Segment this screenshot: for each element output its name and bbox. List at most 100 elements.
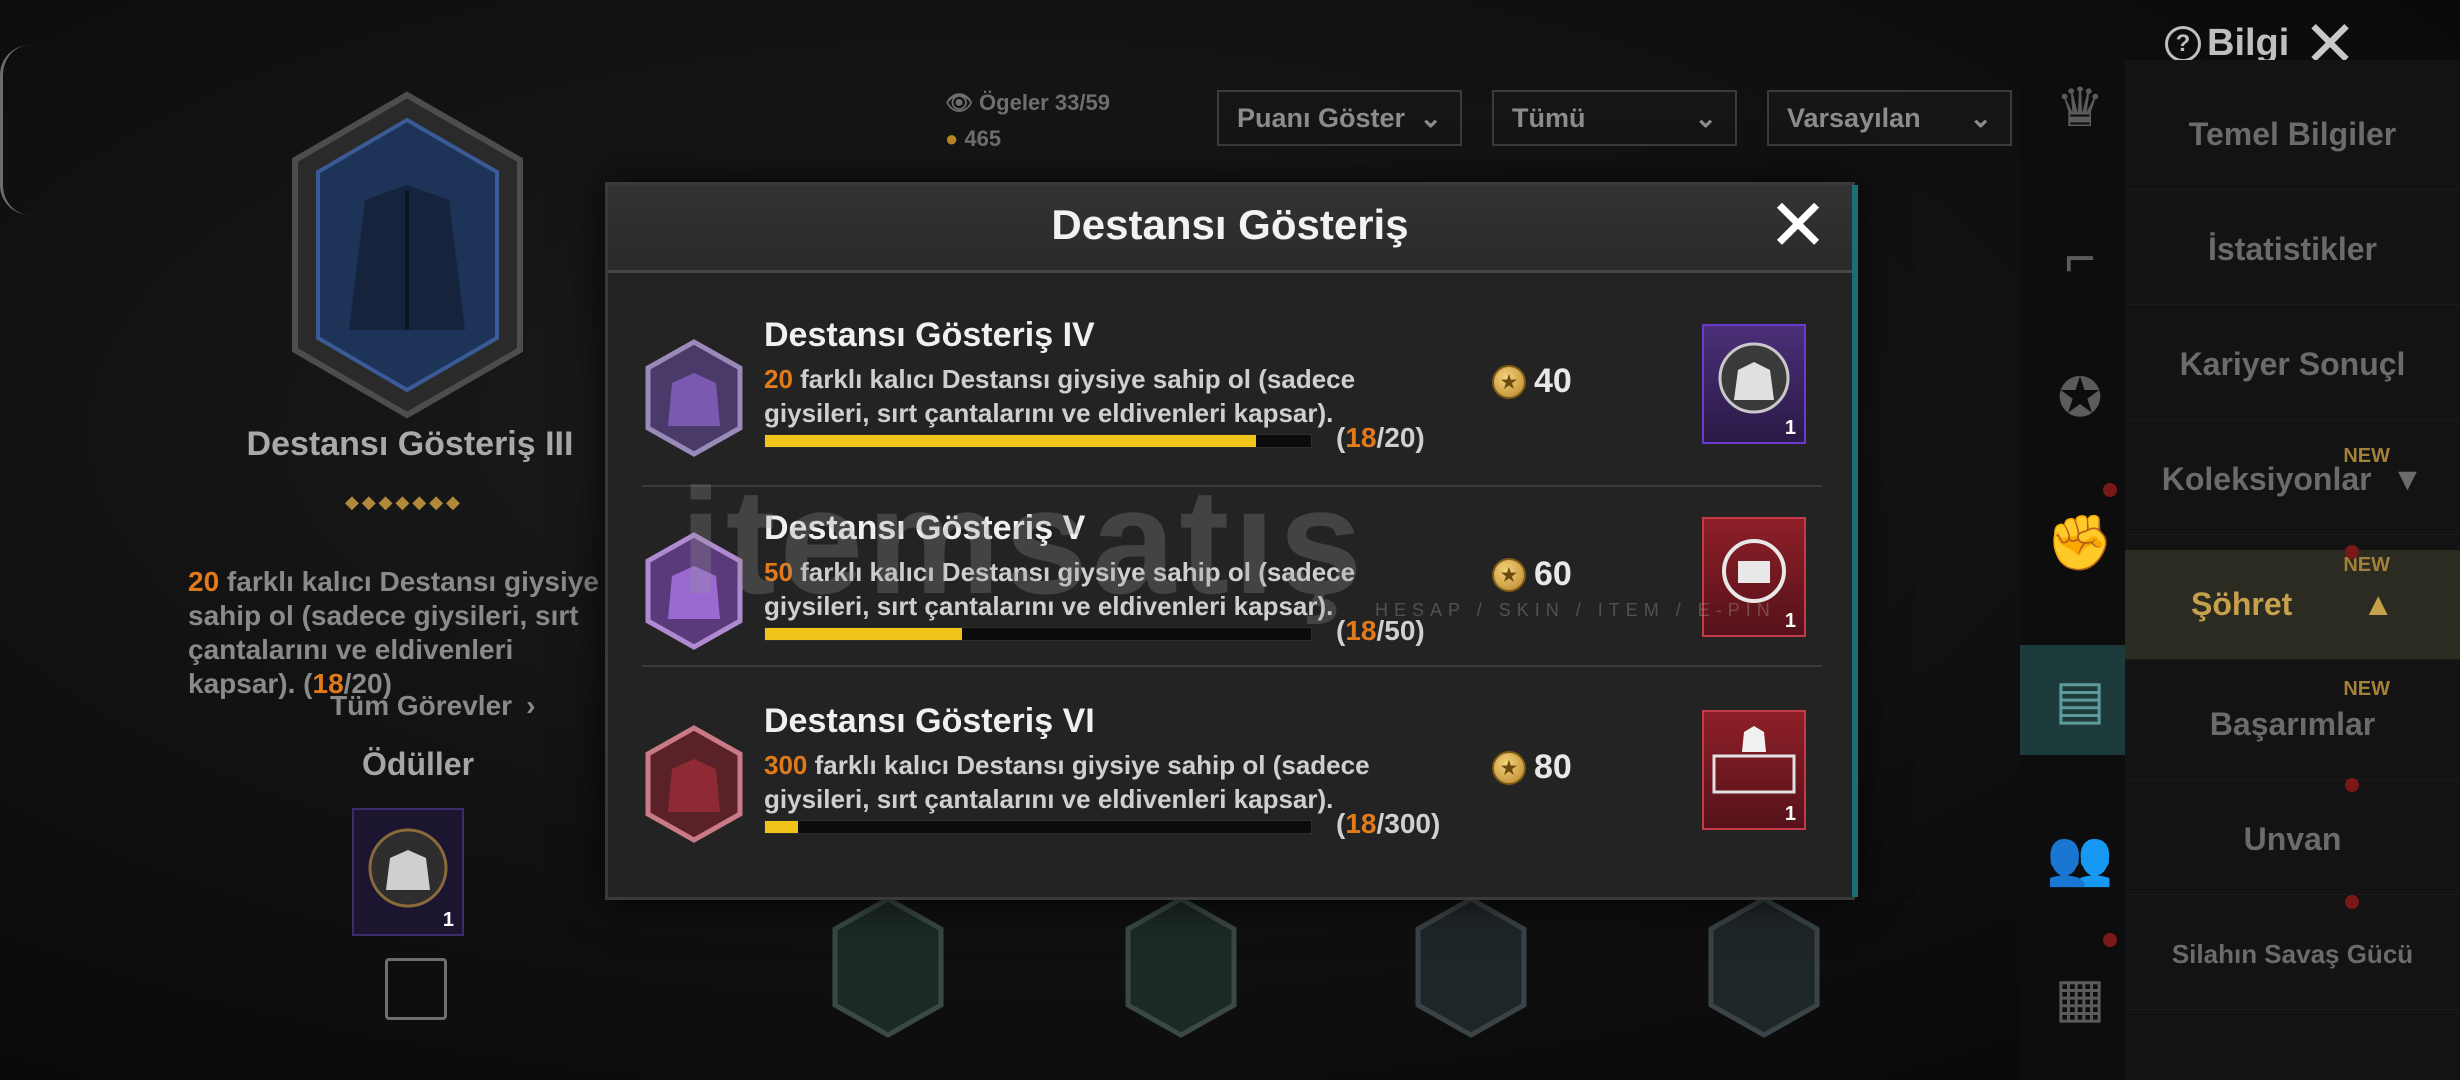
chevron-down-icon: ▼ [2391, 461, 2424, 497]
modal-header: Destansı Gösteriş ✕ [608, 185, 1852, 273]
menu-item-statistics[interactable]: İstatistikler [2125, 195, 2460, 305]
items-label: Ögeler [979, 90, 1049, 115]
paren: ( [1336, 422, 1346, 453]
progress-count: (18/300) [1336, 808, 1440, 840]
sort-dropdown[interactable]: Varsayılan ⌄ [1767, 90, 2012, 146]
menu-item-collections[interactable]: NEW Koleksiyonlar ▼ [2125, 425, 2460, 535]
target-count: 20 [764, 364, 793, 394]
progress-current: 18 [1345, 808, 1377, 839]
points-value: 80 [1534, 748, 1572, 786]
info-button[interactable]: ? Bilgi [2165, 22, 2289, 65]
chevron-up-icon: ▲ [2362, 586, 2394, 622]
info-icon: ? [2165, 25, 2201, 62]
all-tasks-link[interactable]: Tüm Görevler › [330, 690, 535, 722]
left-badge-title: Destansı Gösteriş III [246, 425, 574, 463]
reward-item[interactable]: 1 [1702, 324, 1806, 444]
star-coin-icon: ★ [1492, 364, 1526, 399]
progress-fill [765, 821, 798, 833]
chevron-down-icon: ⌄ [1419, 102, 1442, 133]
paren: ( [1336, 808, 1346, 839]
star-coin-icon: ★ [1492, 750, 1526, 785]
menu-item-title[interactable]: Unvan [2125, 785, 2460, 895]
menu-label: İstatistikler [2208, 231, 2377, 267]
warrior-badge-icon [1415, 896, 1527, 1038]
notification-dot [2103, 483, 2117, 497]
rewards-heading: Ödüller [362, 746, 475, 782]
category-dropdown[interactable]: Tümü ⌄ [1492, 90, 1737, 146]
collection-icon[interactable]: ▤ [2020, 645, 2140, 755]
menu-item-weapon-power[interactable]: Silahın Savaş Gücü [2125, 900, 2460, 1010]
menu-label: Şöhret [2190, 586, 2293, 622]
red-badge-icon [645, 725, 743, 843]
progress-bar [764, 820, 1312, 834]
achievement-description: 300 farklı kalıcı Destansı giysiye sahip… [764, 748, 1464, 816]
eagle-badge-icon [1708, 896, 1820, 1038]
close-icon[interactable]: ✕ [1763, 190, 1833, 263]
profile-menu: Temel Bilgiler İstatistikler Kariyer Son… [2125, 60, 2460, 1080]
points-reward: ★ 40 [1492, 362, 1572, 401]
coin-icon: ● [945, 126, 965, 151]
progress-fill [765, 435, 1257, 447]
progress-bar [764, 627, 1312, 641]
reward-quantity: 1 [1784, 803, 1796, 825]
achievement-description: 20 farklı kalıcı Destansı giysiye sahip … [764, 362, 1464, 430]
points-value: 465 [964, 126, 1002, 151]
screen: ? Bilgi ✕ 👁 Ögeler 33/59 ● 465 Puanı Gös… [0, 0, 2460, 1080]
crown-icon[interactable]: ♛ [2042, 70, 2118, 146]
progress-count: (18/20) [1336, 422, 1425, 454]
show-points-label: Puanı Göster [1237, 102, 1406, 133]
description-text: farklı kalıcı Destansı giysiye sahip ol … [764, 750, 1370, 814]
category-label: Tümü [1512, 102, 1586, 133]
menu-label: Temel Bilgiler [2188, 116, 2397, 152]
pistol-icon[interactable]: ⌐ [2042, 220, 2118, 296]
watermark-tagline: HESAP / SKIN / ITEM / E-PIN [1375, 600, 1776, 620]
target-count: 300 [764, 750, 808, 780]
dance-badge-icon [832, 896, 944, 1038]
share-icon[interactable] [385, 958, 447, 1020]
chevron-down-icon: ⌄ [1694, 102, 1717, 133]
pose-badge-icon [1125, 896, 1237, 1038]
new-badge: NEW [2343, 445, 2390, 467]
rank-dots: ◆◆◆◆◆◆◆ [345, 492, 463, 512]
progress-bar [764, 434, 1312, 448]
progress-total: /300) [1376, 808, 1441, 839]
progress-fill [765, 628, 962, 640]
notification-dot [2103, 933, 2117, 947]
description-text: farklı kalıcı Destansı giysiye sahip ol … [764, 364, 1356, 428]
menu-item-basic-info[interactable]: Temel Bilgiler [2125, 80, 2460, 190]
modal-title: Destansı Gösteriş [1051, 201, 1409, 248]
menu-item-achievements[interactable]: NEW Başarımlar [2125, 670, 2460, 780]
achievement-title: Destansı Gösteriş IV [764, 316, 1095, 354]
edge-bracket-decoration [0, 45, 30, 215]
grid-icon[interactable]: ▦ [2042, 960, 2118, 1036]
progress-total: /20) [1376, 422, 1425, 453]
new-badge: NEW [2343, 678, 2390, 700]
friends-icon[interactable]: 👥 [2042, 820, 2118, 896]
left-reward-item[interactable]: 1 [352, 808, 464, 936]
left-badge-description: 20 farklı kalıcı Destansı giysiye sahip … [188, 565, 608, 701]
reward-quantity: 1 [1784, 610, 1796, 632]
menu-item-fame[interactable]: NEW Şöhret ▲ [2125, 550, 2460, 660]
notification-dot [2345, 545, 2359, 559]
jacket-badge-large [292, 91, 523, 419]
reward-quantity: 1 [442, 909, 454, 931]
medal-icon[interactable]: ✪ [2042, 360, 2118, 436]
chevron-down-icon: ⌄ [1969, 102, 1992, 133]
show-points-dropdown[interactable]: Puanı Göster ⌄ [1217, 90, 1462, 146]
menu-label: Kariyer Sonuçl [2179, 346, 2406, 382]
chevron-right-icon: › [526, 690, 536, 721]
points-reward: ★ 80 [1492, 748, 1572, 787]
items-count: 33/59 [1054, 90, 1110, 115]
achievement-row: Destansı Gösteriş VI 300 farklı kalıcı D… [642, 696, 1822, 882]
reward-item[interactable]: 1 [1702, 710, 1806, 830]
achievement-title: Destansı Gösteriş VI [764, 702, 1095, 740]
eye-icon: 👁 [945, 90, 980, 115]
info-label: Bilgi [2207, 22, 2290, 64]
desc-text: farklı kalıcı Destansı giysiye sahip ol … [188, 566, 599, 699]
menu-label: Başarımlar [2209, 706, 2376, 742]
menu-item-career[interactable]: Kariyer Sonuçl [2125, 310, 2460, 420]
menu-label: Unvan [2243, 821, 2342, 857]
muscle-icon[interactable]: ✊ [2042, 505, 2118, 581]
row-divider [642, 665, 1822, 667]
all-tasks-label: Tüm Görevler [330, 690, 513, 721]
